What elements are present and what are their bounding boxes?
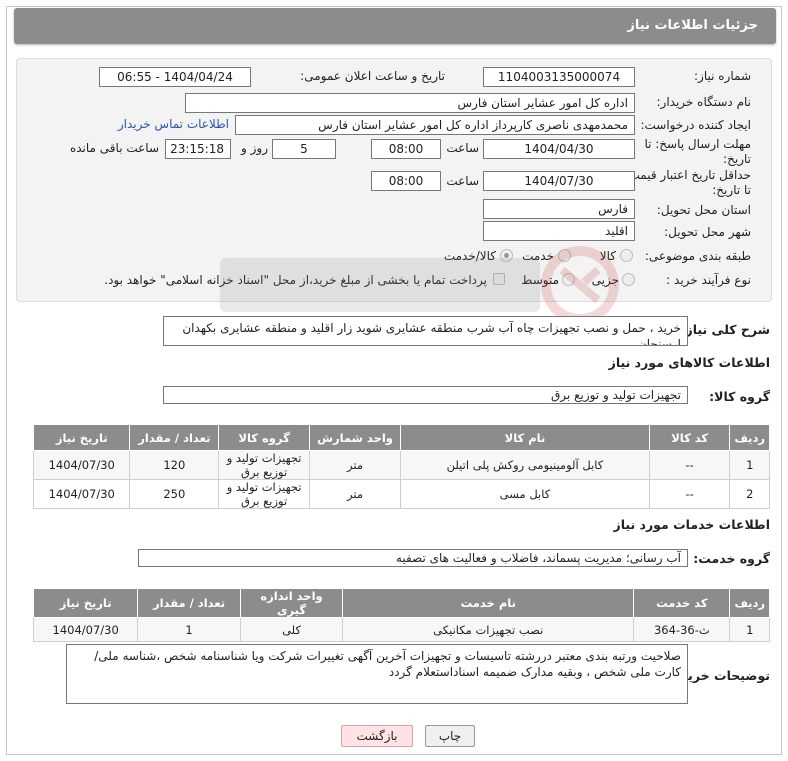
col-row: ردیف [729, 424, 770, 451]
services-table: ردیف کد خدمت نام خدمت واحد اندازه گیری ت… [32, 588, 770, 642]
services-group-label: گروه خدمت: [693, 551, 770, 566]
treasury-payment-note: پرداخت تمام یا بخشی از مبلغ خرید،از محل … [104, 273, 487, 287]
deadline-label-1: مهلت ارسال پاسخ: تا [644, 137, 751, 151]
table-row: 1 -- کابل آلومینیومی روکش پلی اتیلن متر تجهی… [32, 450, 770, 480]
category-option-service: خدمت [522, 249, 554, 263]
cell-goods-code: -- [648, 450, 731, 480]
creator-label: ایجاد کننده درخواست: [640, 118, 751, 132]
purchase-radio-medium[interactable] [562, 273, 575, 286]
category-option-goods: کالا [599, 249, 616, 263]
cell-need-date: 1404/07/30 [32, 617, 139, 642]
price-valid-label-1: حداقل تاریخ اعتبار قیمت: [624, 168, 751, 182]
cell-goods-name: کابل مسی [400, 479, 650, 509]
cell-unit: متر [309, 479, 402, 509]
cell-quantity: 120 [129, 450, 220, 480]
category-option-goods-service: کالا/خدمت [443, 249, 496, 263]
goods-table: ردیف کد کالا نام کالا واحد شمارش گروه کا… [32, 424, 770, 509]
deadline-date-field: 1404/04/30 [483, 139, 635, 159]
price-valid-time-label: ساعت [446, 174, 479, 188]
back-button[interactable]: بازگشت [341, 725, 413, 747]
goods-section-title: اطلاعات کالاهای مورد نیاز [608, 355, 770, 370]
city-field: اقلید [483, 221, 635, 241]
price-valid-date-field: 1404/07/30 [483, 171, 635, 191]
deadline-time-label: ساعت [446, 141, 479, 155]
cell-goods-name: کابل آلومینیومی روکش پلی اتیلن [400, 450, 650, 480]
col-quantity: تعداد / مقدار [129, 424, 220, 451]
cell-goods-group: تجهیزات تولید و توزیع برق [218, 479, 311, 509]
table-row: 2 -- کابل مسی متر تجهیزات تولید و توزیع برق 2… [32, 479, 770, 509]
remaining-label: ساعت باقی مانده [69, 141, 159, 155]
col-measure-unit: واحد اندازه گیری [239, 588, 344, 618]
buyer-org-label: نام دستگاه خریدار: [656, 95, 752, 109]
col-need-date: تاریخ نیاز [32, 424, 131, 451]
services-group-field: آب رسانی؛ مدیریت پسماند، فاضلاب و فعالیت… [138, 549, 688, 567]
need-number-label: شماره نیاز: [694, 69, 751, 83]
col-service-code: کد خدمت [633, 588, 731, 618]
col-quantity: تعداد / مقدار [137, 588, 241, 618]
cell-row: 1 [729, 450, 770, 480]
col-row: ردیف [729, 588, 770, 618]
buyer-org-field: اداره کل امور عشایر استان فارس [185, 93, 635, 113]
cell-quantity: 1 [137, 617, 241, 642]
price-valid-label-2: تا تاریخ: [712, 183, 751, 197]
cell-quantity: 250 [129, 479, 220, 509]
cell-need-date: 1404/07/30 [32, 450, 131, 480]
price-valid-time-field: 08:00 [371, 171, 441, 191]
goods-group-field: تجهیزات تولید و توزیع برق [163, 386, 688, 404]
cell-row: 2 [729, 479, 770, 509]
details-panel: شماره نیاز: 1104003135000074 تاریخ و ساع… [16, 58, 772, 302]
services-section-title: اطلاعات خدمات مورد نیاز [613, 517, 771, 532]
summary-label: شرح کلی نیاز: [680, 322, 770, 337]
cell-goods-code: -- [648, 479, 731, 509]
buyer-notes-textarea: صلاحیت ورتبه بندی معتبر دررشته تاسیسات و… [66, 644, 688, 704]
province-label: استان محل تحویل: [656, 203, 751, 217]
print-button[interactable]: چاپ [425, 725, 475, 747]
purchase-option-medium: متوسط [521, 273, 559, 287]
services-table-header: ردیف کد خدمت نام خدمت واحد اندازه گیری ت… [32, 588, 770, 618]
announce-label: تاریخ و ساعت اعلان عمومی: [300, 69, 445, 83]
col-unit: واحد شمارش [309, 424, 402, 451]
cell-row: 1 [729, 617, 770, 642]
summary-textarea: خرید ، حمل و نصب تجهیزات چاه آب شرب منطق… [163, 316, 688, 346]
cell-service-code: ث-36-364 [633, 617, 731, 642]
table-row: 1 ث-36-364 نصب تجهیزات مکانیکی کلی 1 1404/07/… [32, 617, 770, 642]
category-radio-service[interactable] [558, 249, 571, 262]
buyer-contact-link[interactable]: اطلاعات تماس خریدار [118, 117, 229, 131]
col-goods-group: گروه کالا [218, 424, 311, 451]
treasury-payment-checkbox[interactable] [493, 273, 505, 285]
page-header: جزئیات اطلاعات نیاز [14, 8, 776, 44]
cell-goods-group: تجهیزات تولید و توزیع برق [218, 450, 311, 480]
need-number-field: 1104003135000074 [483, 67, 635, 87]
goods-table-header: ردیف کد کالا نام کالا واحد شمارش گروه کا… [32, 424, 770, 451]
announce-field: 1404/04/24 - 06:55 [99, 67, 251, 87]
cell-service-name: نصب تجهیزات مکانیکی [342, 617, 635, 642]
col-goods-name: نام کالا [400, 424, 650, 451]
category-label: طبقه بندی موضوعی: [644, 249, 751, 263]
days-field: 5 [272, 139, 336, 159]
city-label: شهر محل تحویل: [664, 225, 751, 239]
cell-measure-unit: کلی [239, 617, 344, 642]
col-goods-code: کد کالا [648, 424, 731, 451]
purchase-radio-minor[interactable] [622, 273, 635, 286]
col-need-date: تاریخ نیاز [32, 588, 139, 618]
cell-unit: متر [309, 450, 402, 480]
page-title: جزئیات اطلاعات نیاز [627, 18, 758, 33]
purchase-type-label: نوع فرآیند خرید : [666, 273, 751, 287]
cell-need-date: 1404/07/30 [32, 479, 131, 509]
province-field: فارس [483, 199, 635, 219]
days-label: روز و [241, 141, 268, 155]
deadline-time-field: 08:00 [371, 139, 441, 159]
category-radio-goods-service[interactable] [500, 249, 513, 262]
col-service-name: نام خدمت [342, 588, 635, 618]
remaining-time-field: 23:15:18 [165, 139, 231, 159]
category-radio-goods[interactable] [620, 249, 633, 262]
deadline-label-2: تاریخ: [723, 152, 751, 166]
creator-field: محمدمهدی ناصری کارپرداز اداره کل امور عش… [235, 115, 635, 135]
purchase-option-minor: جزیی [591, 273, 619, 287]
goods-group-label: گروه کالا: [709, 389, 770, 404]
